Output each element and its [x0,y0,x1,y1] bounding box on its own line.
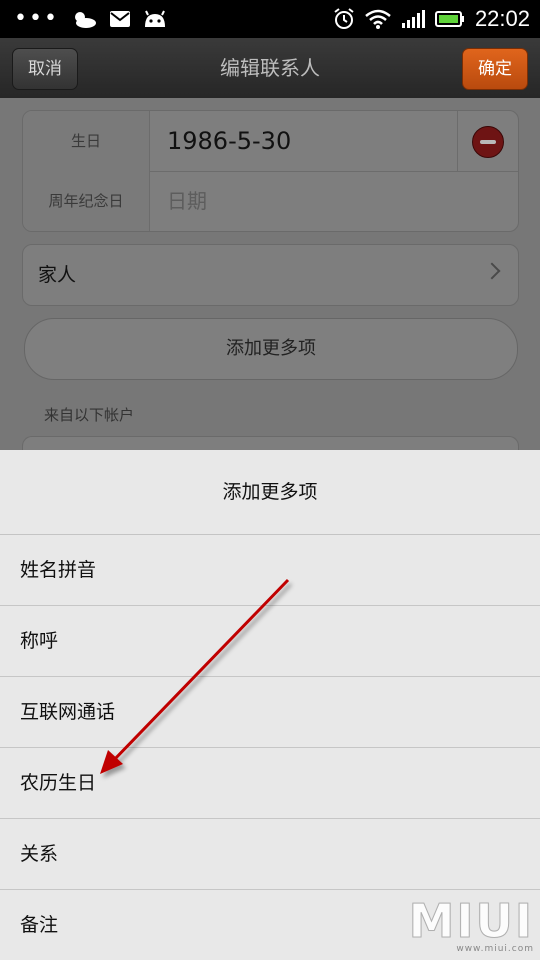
title-bar: 编辑联系人 取消 确定 [0,38,540,98]
android-icon [144,10,165,27]
page-title: 编辑联系人 [220,56,320,80]
watermark-brand: MIUI [408,894,534,948]
group-selector[interactable]: 家人 [22,244,519,306]
sheet-item-nickname[interactable]: 称呼 [0,606,540,677]
date-fields-card: 生日 1986-5-30 周年纪念日 日期 [22,110,519,232]
status-bar: ••• 22:02 [0,0,540,38]
sheet-item-internet-call[interactable]: 互联网通话 [0,677,540,748]
anniversary-label[interactable]: 周年纪念日 [23,171,150,231]
birthday-row: 生日 1986-5-30 [23,111,518,172]
birthday-value[interactable]: 1986-5-30 [167,111,291,171]
anniversary-date-field[interactable]: 日期 [167,171,207,231]
weather-icon [74,12,96,28]
alarm-icon [334,8,354,29]
birthday-delete-area [457,111,518,171]
battery-icon [434,11,464,27]
confirm-button[interactable]: 确定 [462,48,528,90]
wifi-icon [365,9,391,29]
dots-icon: ••• [14,6,59,31]
from-accounts-label: 来自以下帐户 [44,406,135,424]
sheet-title: 添加更多项 [0,450,540,535]
group-value: 家人 [38,264,77,286]
miui-watermark: MIUI www.miui.com [408,894,534,955]
delete-minus-icon[interactable] [472,126,504,158]
system-icons: 22:02 [333,0,530,38]
chevron-right-icon [483,262,501,280]
add-more-fields-button[interactable]: 添加更多项 [24,318,518,380]
notification-icons: ••• [14,6,167,31]
edit-contact-form: 生日 1986-5-30 周年纪念日 日期 家人 添加更多项 来自以下帐户 [0,98,540,467]
sheet-item-lunar-birthday[interactable]: 农历生日 [0,748,540,819]
birthday-label[interactable]: 生日 [23,111,150,171]
add-more-sheet: 添加更多项 姓名拼音 称呼 互联网通话 农历生日 关系 备注 [0,450,540,960]
mail-icon [109,11,130,27]
sheet-item-name-pinyin[interactable]: 姓名拼音 [0,535,540,606]
clock-time: 22:02 [474,6,530,31]
cancel-button[interactable]: 取消 [12,48,78,90]
signal-icon [401,10,425,28]
sheet-item-relationship[interactable]: 关系 [0,819,540,890]
anniversary-row: 周年纪念日 日期 [23,171,518,231]
